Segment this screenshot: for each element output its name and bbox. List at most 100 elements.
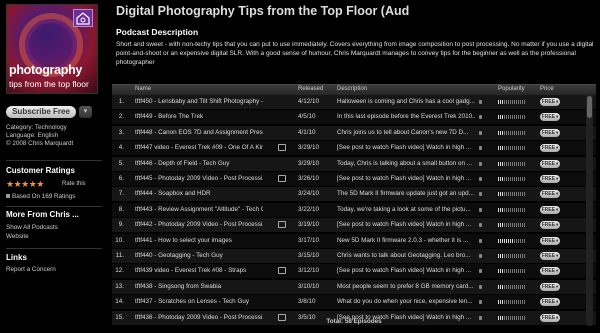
episode-name[interactable]: tftf442 - Photoday 2009 Video - Post Pro… — [135, 221, 263, 228]
episode-name[interactable]: tftf445 - Photoday 2009 Video - Post Pro… — [135, 175, 263, 182]
table-row[interactable]: 9. tftf442 - Photoday 2009 Video - Post P… — [112, 218, 596, 233]
scrollbar-thumb[interactable] — [587, 96, 592, 118]
podcast-artwork[interactable]: photography tips from the top floor — [6, 4, 98, 94]
free-button-label: FREE — [541, 268, 556, 275]
episode-name[interactable]: tftf437 - Scratches on Lenses - Tech Guy — [135, 298, 263, 305]
episode-description: What do you do when your nice, expensive… — [337, 298, 473, 306]
info-icon[interactable] — [479, 100, 482, 104]
website-link[interactable]: Website — [6, 233, 29, 240]
sidebar-divider — [6, 160, 102, 161]
free-button[interactable]: FREE▾ — [540, 144, 560, 153]
free-button-label: FREE — [541, 145, 556, 152]
free-button[interactable]: FREE▾ — [540, 298, 560, 307]
table-row[interactable]: 11. tftf440 - Geotagging - Tech Guy 3/15/1… — [112, 249, 596, 263]
table-row[interactable]: 8. tftf443 - Review Assignment "Altitude"… — [112, 202, 596, 217]
episode-number: 14. — [115, 298, 124, 306]
rating-stars[interactable]: ★★★★★ — [6, 179, 44, 190]
episode-name[interactable]: tftf450 - Lensbaby and Tilt Shift Photog… — [135, 98, 263, 105]
free-button[interactable]: FREE▾ — [540, 98, 560, 106]
popularity-bar — [498, 269, 526, 274]
table-row[interactable]: 3. tftf448 - Canon EOS 7D and Assignment … — [112, 125, 596, 140]
free-button[interactable]: FREE▾ — [540, 267, 560, 276]
info-icon[interactable] — [479, 146, 482, 151]
popularity-bar — [498, 192, 526, 197]
episode-name[interactable]: tftf448 - Canon EOS 7D and Assignment Pr… — [135, 129, 263, 136]
free-button[interactable]: FREE▾ — [540, 205, 560, 214]
report-concern-link[interactable]: Report a Concern — [6, 266, 56, 273]
episode-description: [See post to watch Flash video] Watch in… — [337, 267, 472, 275]
info-icon[interactable] — [479, 300, 482, 305]
episode-number: 13. — [115, 282, 124, 290]
free-button[interactable]: FREE▾ — [540, 282, 560, 291]
artwork-subtitle: tips from the top floor — [9, 79, 89, 89]
show-all-podcasts-link[interactable]: Show All Podcasts — [6, 224, 58, 231]
info-icon[interactable] — [479, 192, 482, 197]
popularity-bar — [498, 100, 526, 104]
col-released-header[interactable]: Released — [298, 86, 323, 92]
episode-name[interactable]: tftf439 video - Everest Trek #08 - Strap… — [135, 267, 263, 274]
episode-name[interactable]: tftf449 - Before The Trek — [135, 113, 263, 120]
info-icon[interactable] — [479, 115, 482, 120]
col-popularity-header[interactable]: Popularity — [498, 86, 525, 92]
col-description-header[interactable]: Description — [337, 86, 367, 92]
table-row[interactable]: 5. tftf446 - Depth of Field - Tech Guy 3/2… — [112, 156, 596, 171]
free-button[interactable]: FREE▾ — [540, 252, 560, 260]
free-button-label: FREE — [541, 237, 556, 244]
chevron-down-icon: ▾ — [556, 114, 559, 120]
table-row[interactable]: 6. tftf445 - Photoday 2009 Video - Post P… — [112, 172, 596, 186]
info-icon[interactable] — [479, 161, 482, 166]
episode-name[interactable]: tftf443 - Review Assignment "Altitude" -… — [135, 206, 263, 213]
table-row[interactable]: 2. tftf449 - Before The Trek 4/5/10 In this… — [112, 110, 596, 125]
links-heading: Links — [6, 253, 27, 262]
episode-name[interactable]: tftf438 - Singsong from Swabia — [135, 283, 263, 290]
episode-name[interactable]: tftf447 video - Everest Trek #09 - One O… — [135, 144, 263, 151]
more-from-heading: More From Chris ... — [6, 210, 79, 219]
rate-this-link[interactable]: Rate this — [62, 181, 86, 187]
episode-description: [See post to watch Flash video] Watch in… — [337, 221, 472, 229]
info-icon[interactable] — [479, 284, 482, 289]
table-row[interactable]: 14. tftf437 - Scratches on Lenses - Tech … — [112, 295, 596, 310]
info-icon[interactable] — [479, 207, 482, 212]
table-row[interactable]: 12. tftf439 video - Everest Trek #08 - St… — [112, 264, 596, 279]
episode-name[interactable]: tftf441 - How to select your images — [135, 237, 263, 244]
episode-number: 8. — [118, 205, 124, 213]
free-button[interactable]: FREE▾ — [540, 159, 560, 168]
free-button[interactable]: FREE▾ — [540, 236, 560, 245]
table-row[interactable]: 10. tftf441 - How to select your images 3/… — [112, 233, 596, 248]
table-row[interactable]: 13. tftf438 - Singsong from Swabia 3/10/10… — [112, 279, 596, 294]
subscribe-button[interactable]: Subscribe Free — [6, 106, 76, 118]
free-button[interactable]: FREE▾ — [540, 221, 560, 230]
episode-number: 9. — [118, 221, 124, 229]
sidebar: photography tips from the top floor Subs… — [0, 0, 106, 333]
popularity-bar — [498, 115, 526, 120]
table-row[interactable]: 1. tftf450 - Lensbaby and Tilt Shift Phot… — [112, 95, 596, 109]
info-icon[interactable] — [479, 238, 482, 243]
info-icon[interactable] — [479, 269, 482, 274]
table-row[interactable]: 4. tftf447 video - Everest Trek #09 - One… — [112, 141, 596, 156]
info-icon[interactable] — [479, 254, 482, 258]
col-price-header[interactable]: Price — [540, 86, 554, 92]
free-button[interactable]: FREE▾ — [540, 190, 560, 199]
total-episodes: Total: 58 Episodes — [326, 318, 382, 325]
disclosure-arrow-icon — [6, 194, 10, 199]
episode-number: 5. — [118, 159, 124, 167]
col-name-header[interactable]: Name — [135, 86, 151, 92]
scrollbar[interactable] — [586, 94, 593, 326]
episode-name[interactable]: tftf446 - Depth of Field - Tech Guy — [135, 160, 263, 167]
free-button[interactable]: FREE▾ — [540, 175, 560, 183]
episode-name[interactable]: tftf444 - Soapbox and HDR — [135, 190, 263, 197]
info-icon[interactable] — [479, 223, 482, 228]
episode-released: 3/29/10 — [298, 144, 320, 152]
episode-name[interactable]: tftf440 - Geotagging - Tech Guy — [135, 252, 263, 259]
episode-description: Chris wants to talk about Geotagging. Le… — [337, 252, 471, 259]
free-button[interactable]: FREE▾ — [540, 113, 560, 122]
subscribe-dropdown-button[interactable]: ▾ — [79, 106, 92, 118]
episode-released: 3/22/10 — [298, 205, 320, 213]
video-icon — [278, 144, 286, 152]
free-button-label: FREE — [541, 283, 556, 290]
info-icon[interactable] — [479, 177, 482, 181]
table-row[interactable]: 7. tftf444 - Soapbox and HDR 3/24/10 The 5D… — [112, 187, 596, 202]
free-button[interactable]: FREE▾ — [540, 128, 560, 137]
info-icon[interactable] — [479, 130, 482, 135]
based-on-ratings[interactable]: Based On 169 Ratings — [6, 193, 75, 200]
